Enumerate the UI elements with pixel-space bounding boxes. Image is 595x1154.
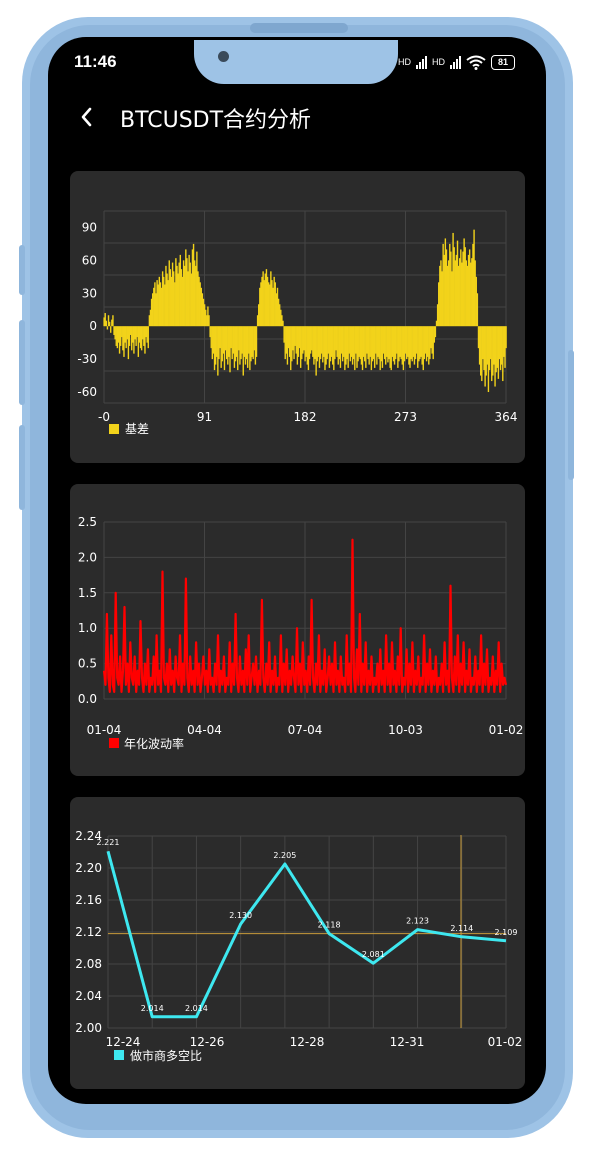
tick-label: 0.0 [78,692,97,706]
basis-bar [112,315,114,327]
notch [194,40,398,84]
legend-swatch-volatility [109,738,119,748]
data-label: 2.014 [141,1004,164,1013]
chevron-left-icon [81,107,92,127]
tick-label: 90 [82,220,97,234]
data-label: 2.123 [406,917,429,926]
tick-label: 0 [89,319,97,333]
power-button [568,350,574,480]
tick-label: 2.5 [78,515,97,529]
tick-label: 2.20 [75,861,102,875]
tick-label: 2.12 [75,925,102,939]
legend-swatch-basis [109,424,119,434]
basis-bar [476,293,479,327]
hd-label-2: HD [432,57,445,67]
basis-bar [108,321,111,327]
tick-label: 12-28 [290,1035,325,1049]
signal-icon-2 [450,55,461,69]
tick-label: 364 [495,410,518,424]
volume-down-button [19,320,25,405]
tick-label: 30 [82,286,97,300]
speaker-bar [250,23,348,33]
side-button [19,425,25,510]
battery-icon: 81 [491,54,515,70]
basis-bar [105,320,108,327]
volatility-chart: 2.5 2.0 1.5 1.0 0.5 0.0 01-04 04-04 07-04 10-03 0… [78,515,524,751]
tick-label: 2.0 [78,550,97,564]
tick-label: 2.08 [75,957,102,971]
tick-label: 91 [197,410,212,424]
tick-label: 60 [82,253,97,267]
tick-label: -0 [98,410,110,424]
tick-label: 01-02 [489,723,524,737]
basis-bar [282,320,284,327]
signal-icon [416,55,427,69]
data-label: 2.114 [450,924,473,933]
camera-icon [218,51,229,62]
legend-label-volatility: 年化波动率 [124,736,184,751]
basis-chart-card: 90 60 30 0 -30 -60 -0 91 182 273 364 基差 [70,171,525,463]
tick-label: 10-03 [388,723,423,737]
tick-label: -60 [77,385,97,399]
status-time: 11:46 [74,52,117,71]
tick-label: 273 [394,410,417,424]
data-label: 2.014 [185,1004,208,1013]
longshort-chart-card: 2.221 2.014 2.014 2.130 2.205 2.118 2.081 2.123… [70,797,525,1089]
tick-label: 04-04 [187,723,222,737]
data-label: 2.109 [495,928,518,937]
data-label: 2.130 [229,911,252,920]
tick-label: 2.16 [75,893,102,907]
page-title: BTCUSDT合约分析 [120,108,312,133]
tick-label: 12-31 [390,1035,425,1049]
basis-bar [106,326,109,330]
tick-label: 12-24 [106,1035,141,1049]
volume-up-button [19,245,25,295]
basis-bar [208,315,210,327]
tick-label: 01-02 [488,1035,523,1049]
data-label: 2.118 [318,921,341,930]
tick-label: 2.24 [75,829,102,843]
basis-chart: 90 60 30 0 -30 -60 -0 91 182 273 364 基差 [77,210,518,436]
tick-label: 0.5 [78,657,97,671]
basis-bar [434,326,437,338]
tick-label: -30 [77,352,97,366]
longshort-chart: 2.2212.014 2.0142.1302.2052.1182.0812.123… [75,829,523,1063]
legend-label-basis: 基差 [125,422,149,436]
tick-label: 1.5 [78,586,97,600]
legend-label-longshort: 做市商多空比 [130,1048,202,1063]
tick-label: 01-04 [87,723,122,737]
data-label: 2.081 [362,950,385,959]
hd-label-1: HD [398,57,411,67]
back-button[interactable] [74,102,100,132]
status-icons: HD HD 81 [398,54,515,70]
basis-bar [110,326,112,333]
tick-label: 1.0 [78,621,97,635]
basis-bar [505,326,507,349]
data-label: 2.205 [273,851,296,860]
tick-label: 182 [294,410,317,424]
tick-label: 2.00 [75,1021,102,1035]
legend-swatch-longshort [114,1050,124,1060]
wifi-icon [466,55,486,70]
tick-label: 07-04 [288,723,323,737]
basis-bar [147,326,149,349]
volatility-chart-card: 2.5 2.0 1.5 1.0 0.5 0.0 01-04 04-04 07-04 10-03 0… [70,484,525,776]
tick-label: 2.04 [75,989,102,1003]
tick-label: 12-26 [190,1035,225,1049]
basis-bar [255,326,258,357]
